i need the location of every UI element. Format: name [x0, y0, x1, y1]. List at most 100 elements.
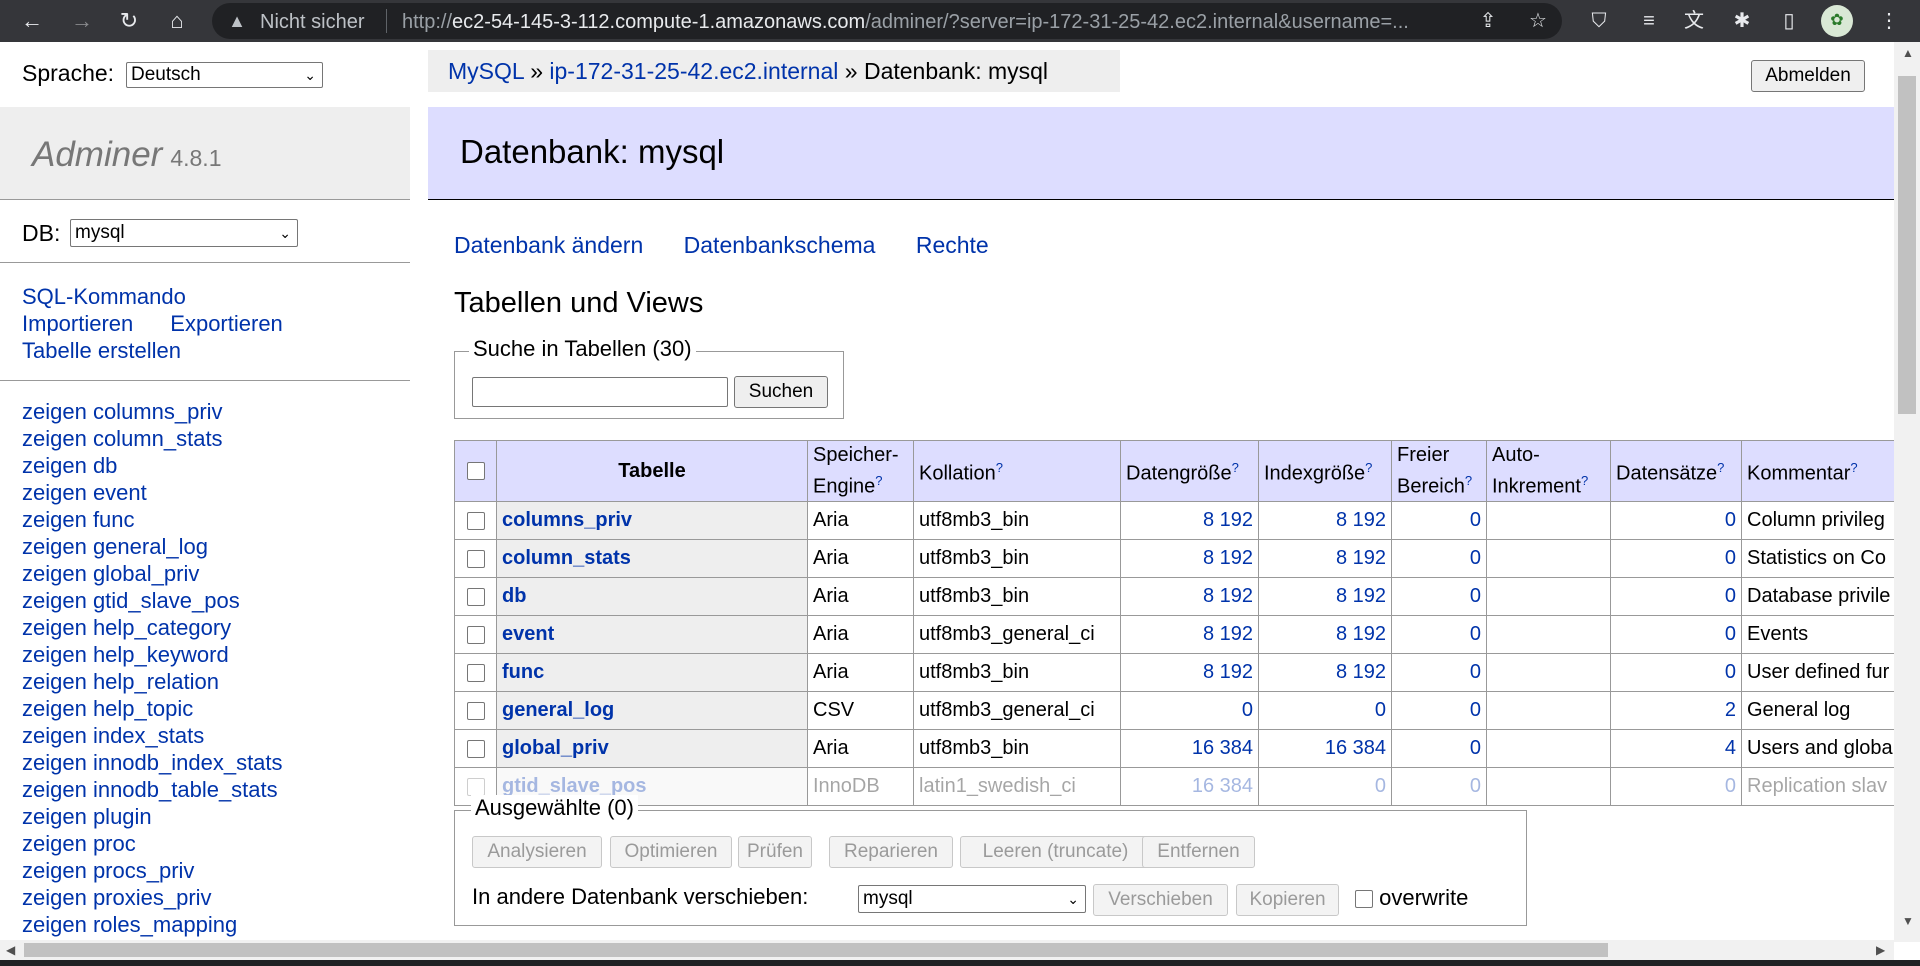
- data-length-cell[interactable]: 16 384: [1120, 767, 1259, 806]
- table-name-link[interactable]: global_priv: [502, 737, 609, 759]
- table-link[interactable]: zeigen global_priv: [22, 560, 402, 587]
- table-link[interactable]: zeigen index_stats: [22, 722, 402, 749]
- url-text[interactable]: http://ec2-54-145-3-112.compute-1.amazon…: [402, 11, 1452, 34]
- table-name-link[interactable]: columns_priv: [502, 509, 632, 531]
- table-link[interactable]: zeigen event: [22, 479, 402, 506]
- horizontal-scroll-thumb[interactable]: [24, 943, 1608, 957]
- reload-icon[interactable]: ↻: [113, 5, 145, 37]
- row-checkbox[interactable]: [466, 701, 485, 720]
- copy-button[interactable]: Kopieren: [1236, 884, 1339, 916]
- translate-extension-icon[interactable]: 文: [1681, 8, 1707, 34]
- row-checkbox[interactable]: [466, 739, 485, 758]
- address-bar[interactable]: ▲ Nicht sicher http://ec2-54-145-3-112.c…: [212, 3, 1562, 39]
- rows-cell[interactable]: 0: [1610, 501, 1742, 540]
- shield-extension-icon[interactable]: ⛉: [1586, 8, 1612, 34]
- help-icon[interactable]: ?: [1365, 460, 1372, 475]
- table-name-link[interactable]: gtid_slave_pos: [502, 775, 647, 797]
- rows-cell[interactable]: 2: [1610, 691, 1742, 730]
- horizontal-scrollbar[interactable]: ◀ ▶: [0, 940, 1894, 960]
- language-select[interactable]: Deutsch ⌄: [126, 62, 323, 88]
- help-icon[interactable]: ?: [1232, 460, 1239, 475]
- index-length-cell[interactable]: 16 384: [1258, 729, 1392, 768]
- table-link[interactable]: zeigen db: [22, 452, 402, 479]
- table-link[interactable]: zeigen help_relation: [22, 668, 402, 695]
- table-name-link[interactable]: event: [502, 623, 554, 645]
- rows-cell[interactable]: 0: [1610, 615, 1742, 654]
- free-space-cell[interactable]: 0: [1391, 615, 1487, 654]
- database-schema-link[interactable]: Datenbankschema: [684, 232, 876, 258]
- help-icon[interactable]: ?: [996, 460, 1003, 475]
- index-length-cell[interactable]: 8 192: [1258, 653, 1392, 692]
- alter-database-link[interactable]: Datenbank ändern: [454, 232, 643, 258]
- data-length-cell[interactable]: 0: [1120, 691, 1259, 730]
- table-name-link[interactable]: db: [502, 585, 526, 607]
- column-header-table[interactable]: Tabelle: [496, 440, 808, 502]
- table-link[interactable]: zeigen gtid_slave_pos: [22, 587, 402, 614]
- column-header-index-length[interactable]: Indexgröße?: [1258, 440, 1392, 502]
- overwrite-checkbox[interactable]: [1355, 890, 1373, 909]
- data-length-cell[interactable]: 8 192: [1120, 501, 1259, 540]
- row-checkbox[interactable]: [466, 777, 485, 796]
- star-icon[interactable]: ☆: [1526, 9, 1550, 33]
- row-checkbox[interactable]: [466, 587, 485, 606]
- free-space-cell[interactable]: 0: [1391, 539, 1487, 578]
- table-link[interactable]: zeigen innodb_table_stats: [22, 776, 402, 803]
- column-header-rows[interactable]: Datensätze?: [1610, 440, 1742, 502]
- data-length-cell[interactable]: 8 192: [1120, 615, 1259, 654]
- data-length-cell[interactable]: 16 384: [1120, 729, 1259, 768]
- index-length-cell[interactable]: 8 192: [1258, 539, 1392, 578]
- rows-cell[interactable]: 0: [1610, 653, 1742, 692]
- scroll-right-icon[interactable]: ▶: [1876, 943, 1885, 957]
- column-header-auto-increment[interactable]: Auto- Inkrement?: [1486, 440, 1611, 502]
- index-length-cell[interactable]: 0: [1258, 691, 1392, 730]
- table-link[interactable]: zeigen plugin: [22, 803, 402, 830]
- scroll-left-icon[interactable]: ◀: [6, 943, 15, 957]
- row-checkbox[interactable]: [466, 663, 485, 682]
- check-button[interactable]: Prüfen: [738, 836, 812, 868]
- help-icon[interactable]: ?: [1581, 473, 1588, 488]
- search-button[interactable]: Suchen: [734, 376, 828, 408]
- free-space-cell[interactable]: 0: [1391, 729, 1487, 768]
- app-logo[interactable]: Adminer 4.8.1: [32, 135, 221, 175]
- back-arrow-icon[interactable]: ←: [16, 5, 48, 37]
- drop-button[interactable]: Entfernen: [1142, 836, 1255, 868]
- logout-button[interactable]: Abmelden: [1751, 60, 1865, 92]
- breadcrumb-server-link[interactable]: ip-172-31-25-42.ec2.internal: [549, 58, 838, 84]
- table-link[interactable]: zeigen procs_priv: [22, 857, 402, 884]
- table-link[interactable]: zeigen help_keyword: [22, 641, 402, 668]
- repair-button[interactable]: Reparieren: [829, 836, 953, 868]
- table-link[interactable]: zeigen roles_mapping: [22, 911, 402, 938]
- text-extension-icon[interactable]: ≡: [1636, 8, 1662, 34]
- column-header-engine[interactable]: Speicher- Engine?: [807, 440, 914, 502]
- export-link[interactable]: Exportieren: [170, 311, 283, 336]
- free-space-cell[interactable]: 0: [1391, 691, 1487, 730]
- scroll-up-icon[interactable]: ▲: [1902, 46, 1914, 60]
- optimize-button[interactable]: Optimieren: [610, 836, 732, 868]
- index-length-cell[interactable]: 8 192: [1258, 577, 1392, 616]
- kebab-menu-icon[interactable]: ⋮: [1876, 8, 1902, 34]
- scroll-down-icon[interactable]: ▼: [1902, 914, 1914, 928]
- data-length-cell[interactable]: 8 192: [1120, 653, 1259, 692]
- data-length-cell[interactable]: 8 192: [1120, 539, 1259, 578]
- table-search-input[interactable]: [472, 377, 728, 407]
- table-link[interactable]: zeigen column_stats: [22, 425, 402, 452]
- index-length-cell[interactable]: 0: [1258, 767, 1392, 806]
- help-icon[interactable]: ?: [1850, 460, 1857, 475]
- index-length-cell[interactable]: 8 192: [1258, 615, 1392, 654]
- column-header-data-length[interactable]: Datengröße?: [1120, 440, 1259, 502]
- column-header-collation[interactable]: Kollation?: [913, 440, 1121, 502]
- column-header-comment[interactable]: Kommentar?: [1741, 440, 1899, 502]
- row-checkbox[interactable]: [466, 511, 485, 530]
- column-header-free-space[interactable]: Freier Bereich?: [1391, 440, 1487, 502]
- home-icon[interactable]: ⌂: [161, 5, 193, 37]
- table-name-link[interactable]: func: [502, 661, 544, 683]
- free-space-cell[interactable]: 0: [1391, 653, 1487, 692]
- overwrite-option[interactable]: overwrite: [1355, 885, 1468, 911]
- vertical-scroll-thumb[interactable]: [1898, 76, 1916, 414]
- table-name-link[interactable]: general_log: [502, 699, 614, 721]
- free-space-cell[interactable]: 0: [1391, 577, 1487, 616]
- side-panel-icon[interactable]: ▯: [1776, 8, 1802, 34]
- help-icon[interactable]: ?: [1717, 460, 1724, 475]
- share-icon[interactable]: ⇪: [1476, 9, 1500, 33]
- table-link[interactable]: zeigen help_category: [22, 614, 402, 641]
